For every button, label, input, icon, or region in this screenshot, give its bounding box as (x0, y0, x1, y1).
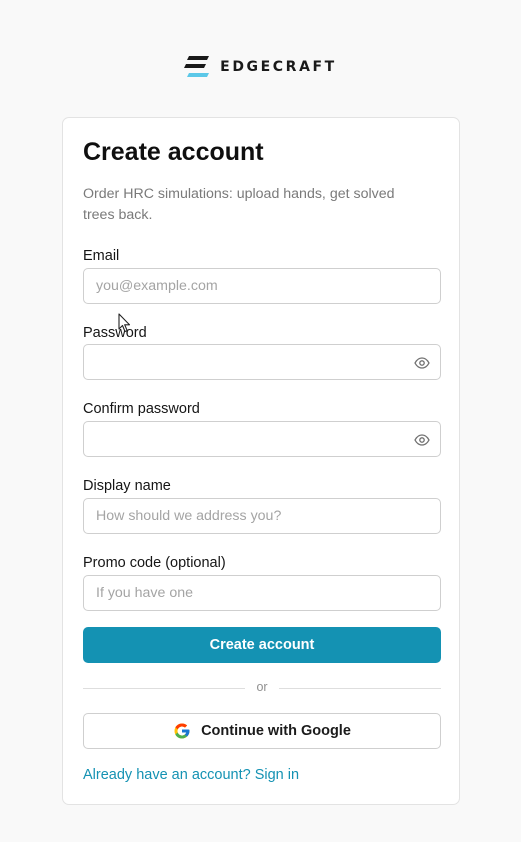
confirm-password-label: Confirm password (83, 401, 200, 417)
promo-code-field[interactable] (84, 576, 440, 610)
page-subtitle: Order HRC simulations: upload hands, get… (83, 186, 395, 223)
brand-name: EDGECRAFT (220, 59, 337, 75)
create-account-button[interactable]: Create account (83, 627, 441, 663)
eye-icon[interactable] (414, 355, 430, 371)
email-field-container (83, 268, 441, 304)
google-logo-icon (174, 723, 190, 739)
page-title: Create account (83, 138, 264, 166)
password-field-container (83, 344, 441, 380)
promo-code-field-container (83, 575, 441, 611)
display-name-field-container (83, 498, 441, 534)
or-divider: or (83, 680, 441, 696)
promo-code-label: Promo code (optional) (83, 555, 226, 571)
email-field[interactable] (84, 269, 440, 303)
confirm-password-field[interactable] (84, 422, 440, 456)
brand-header: EDGECRAFT (0, 55, 521, 79)
divider-text: or (256, 680, 268, 694)
password-field[interactable] (84, 345, 440, 379)
password-label: Password (83, 325, 147, 341)
continue-with-google-button[interactable]: Continue with Google (83, 713, 441, 749)
divider-line-right (279, 688, 441, 689)
eye-icon[interactable] (414, 432, 430, 448)
email-label: Email (83, 248, 120, 264)
display-name-field[interactable] (84, 499, 440, 533)
display-name-label: Display name (83, 478, 171, 494)
edgecraft-logo-icon (184, 56, 210, 77)
signup-card: Create account Order HRC simulations: up… (62, 117, 460, 805)
confirm-password-field-container (83, 421, 441, 457)
sign-in-link[interactable]: Already have an account? Sign in (83, 767, 299, 783)
google-button-label: Continue with Google (201, 723, 351, 739)
